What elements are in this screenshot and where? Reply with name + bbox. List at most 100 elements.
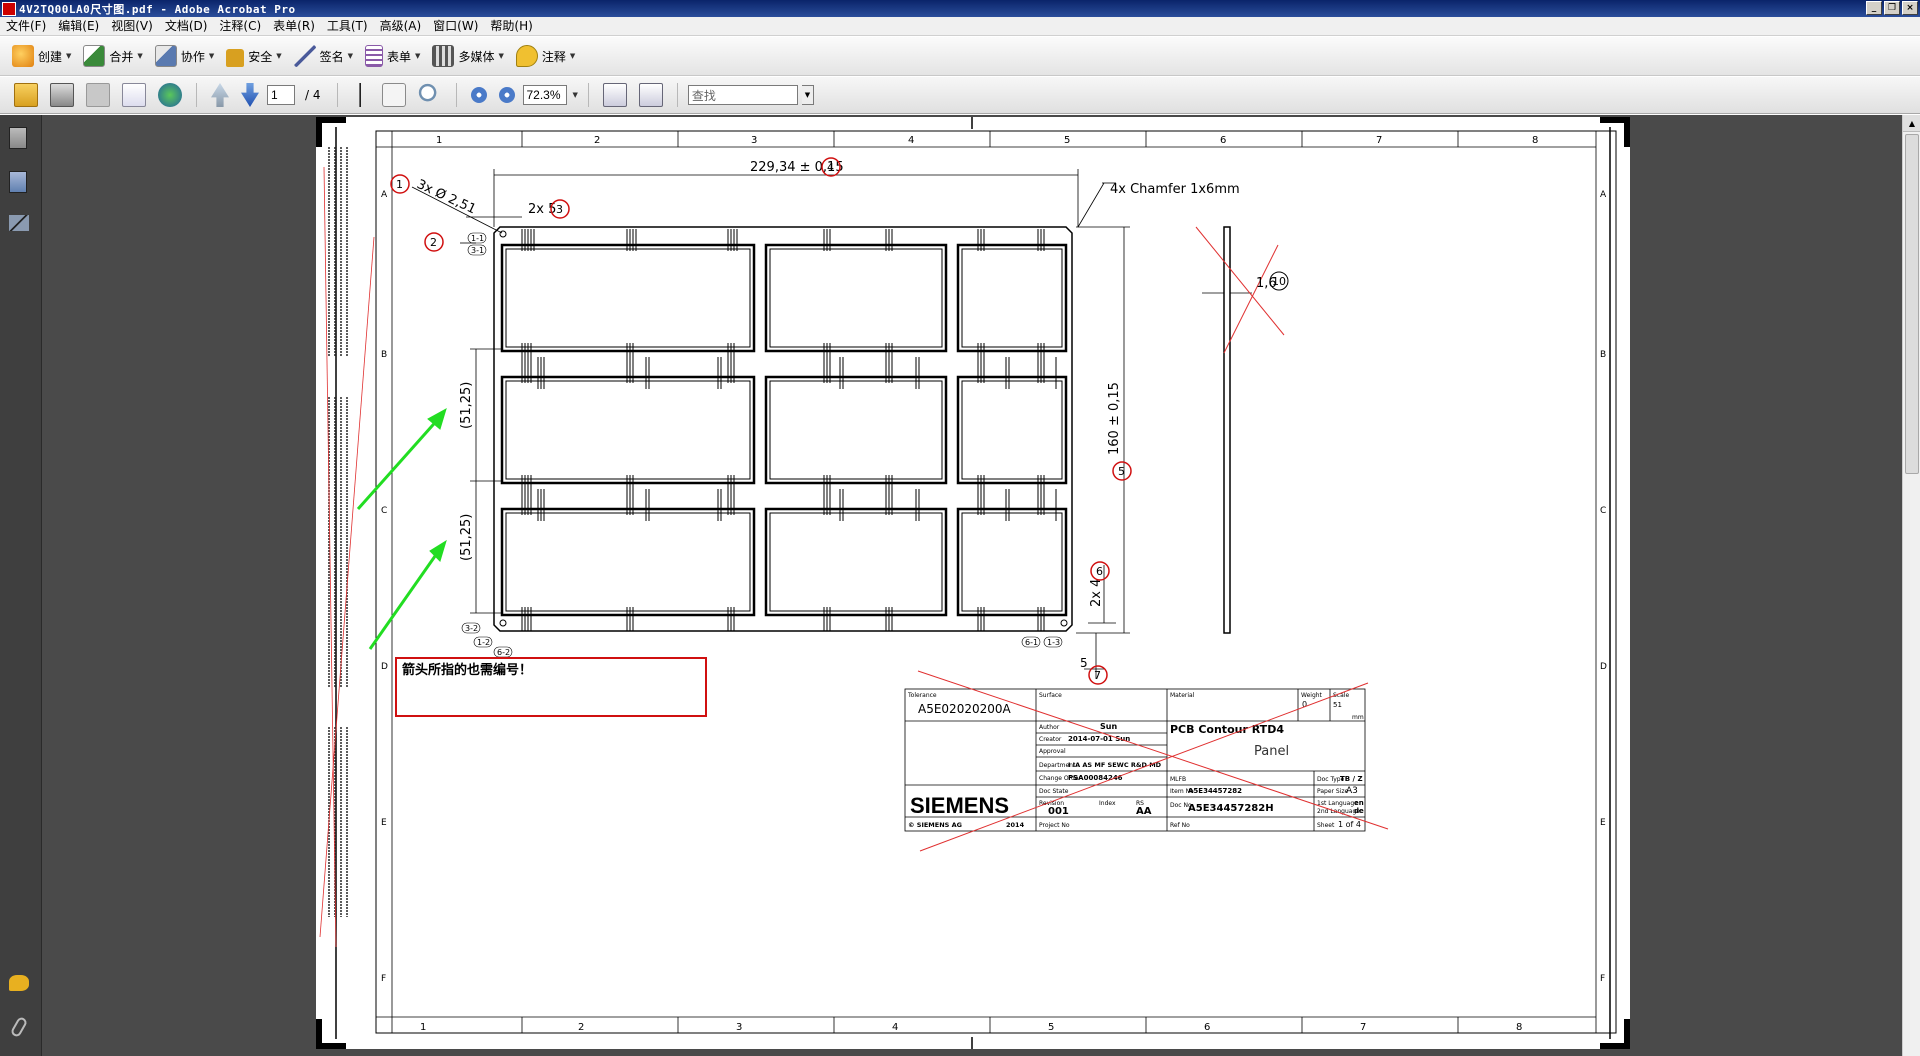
menu-tools[interactable]: 工具(T) [321,17,374,36]
create-button[interactable]: 创建 ▼ [6,41,77,71]
forms-label: 表单 [387,49,412,64]
ref-no-label: Ref No [1170,822,1190,829]
menu-edit[interactable]: 编辑(E) [52,17,105,36]
balloon-numbers: 1 2 3 4 5 6 7 [396,161,1125,682]
col-number: 2 [578,1022,584,1033]
toolbar-separator [676,83,678,107]
scroll-thumb[interactable] [1905,134,1919,474]
datum-label: 1-3 [1047,638,1060,647]
siemens-logo: SIEMENS [910,793,1009,818]
menu-file[interactable]: 文件(F) [0,17,52,36]
signatures-icon[interactable] [9,215,29,231]
mlfb-label: MLFB [1170,776,1186,783]
menu-window[interactable]: 窗口(W) [427,17,484,36]
collaborate-label: 协作 [180,49,205,64]
drawing-title: PCB Contour RTD4 [1170,723,1284,736]
previous-page-icon[interactable] [211,83,229,107]
menu-document[interactable]: 文档(D) [159,17,214,36]
chevron-down-icon: ▼ [137,52,143,60]
datum-label: 1-1 [471,234,484,243]
collaborate-icon [154,45,177,67]
doc-type-value: TB / Z [1340,775,1363,783]
sign-button[interactable]: 签名 ▼ [288,41,359,71]
menu-forms[interactable]: 表单(R) [267,17,321,36]
col-number: 4 [892,1022,898,1033]
attachments-icon[interactable] [9,1015,29,1039]
balloon-number: 1 [396,178,403,191]
open-folder-icon[interactable] [14,83,38,107]
dim-pitch-lower: (51,25) [459,514,474,561]
pages-icon[interactable] [9,127,27,149]
comment-button[interactable]: 注释 ▼ [510,41,581,71]
doc-no-value: A5E34457282H [1188,803,1274,814]
col-number: 1 [420,1022,426,1033]
hand-tool-icon[interactable] [381,83,406,107]
sheet-label: Sheet [1317,822,1335,829]
col-number: 5 [1064,135,1070,146]
page-number-input[interactable] [267,85,295,105]
secure-button[interactable]: 安全 ▼ [220,41,287,71]
title-block-text: Tolerance A5E02020200A Surface Material … [907,692,1364,829]
restore-button[interactable]: ❐ [1884,1,1900,15]
datum-label: 6-1 [1025,638,1038,647]
zoom-dropdown-icon[interactable]: ▼ [573,91,578,99]
col-number: 5 [1048,1022,1054,1033]
zoom-in-icon[interactable] [498,87,515,103]
side-view [1223,226,1231,634]
minimize-button[interactable]: _ [1866,1,1882,15]
next-page-icon[interactable] [241,83,259,107]
datum-label: 1-2 [477,638,490,647]
menu-bar: 文件(F) 编辑(E) 视图(V) 文档(D) 注释(C) 表单(R) 工具(T… [0,17,1920,36]
scale-value: 51 [1333,701,1342,709]
paper-label: Paper Size [1317,788,1349,795]
forms-icon [365,45,384,67]
balloon-number: 2 [430,236,437,249]
find-input[interactable] [687,85,798,105]
menu-advanced[interactable]: 高级(A) [374,17,428,36]
bookmarks-icon[interactable] [9,171,27,193]
row-letter: C [1600,506,1606,516]
mm-label: mm [1352,714,1364,721]
secure-label: 安全 [248,49,273,64]
datum-label: 3-2 [465,624,478,633]
scroll-up-icon[interactable]: ▲ [1903,115,1920,132]
menu-view[interactable]: 视图(V) [105,17,159,36]
fit-page-icon[interactable] [638,83,663,107]
multimedia-button[interactable]: 多媒体 ▼ [426,41,509,71]
share-icon[interactable] [158,83,182,107]
select-tool-icon[interactable] [351,83,370,107]
comments-pane-icon[interactable] [9,975,29,991]
department-value: I IA AS MF SEWC R&D MD [1068,761,1162,769]
combine-button[interactable]: 合并 ▼ [77,41,148,71]
find-dropdown-icon[interactable]: ▼ [801,85,814,105]
combine-icon [83,45,106,67]
zoom-out-icon[interactable] [470,87,487,103]
author-value: Sun [1100,722,1117,731]
index-label: Index [1099,800,1116,807]
balloon-number: 7 [1094,669,1101,682]
fit-width-icon[interactable] [602,83,627,107]
vertical-scrollbar[interactable]: ▲ [1902,115,1920,1056]
forms-button[interactable]: 表单 ▼ [359,41,426,71]
collaborate-button[interactable]: 协作 ▼ [149,41,220,71]
zoom-input[interactable] [522,85,567,105]
acrobat-window: 4V2TQ00LA0尺寸图.pdf - Adobe Acrobat Pro _ … [0,0,1920,1056]
col-number: 7 [1360,1022,1366,1033]
marquee-zoom-icon[interactable] [417,83,442,107]
col-number: 6 [1220,135,1226,146]
close-button[interactable]: × [1902,1,1918,15]
row-letter: F [1600,974,1605,984]
print-icon[interactable] [50,83,74,107]
material-label: Material [1170,692,1195,699]
email-icon[interactable] [122,83,146,107]
col-number: 7 [1376,135,1382,146]
datum-label: 6-2 [497,648,510,657]
menu-comments[interactable]: 注释(C) [213,17,267,36]
col-number: 3 [736,1022,742,1033]
menu-help[interactable]: 帮助(H) [484,17,538,36]
save-icon[interactable] [86,83,110,107]
panel-outline [493,226,1073,632]
year: 2014 [1006,821,1025,829]
item-no-value: A5E34457282 [1188,787,1242,795]
sign-label: 签名 [319,49,344,64]
